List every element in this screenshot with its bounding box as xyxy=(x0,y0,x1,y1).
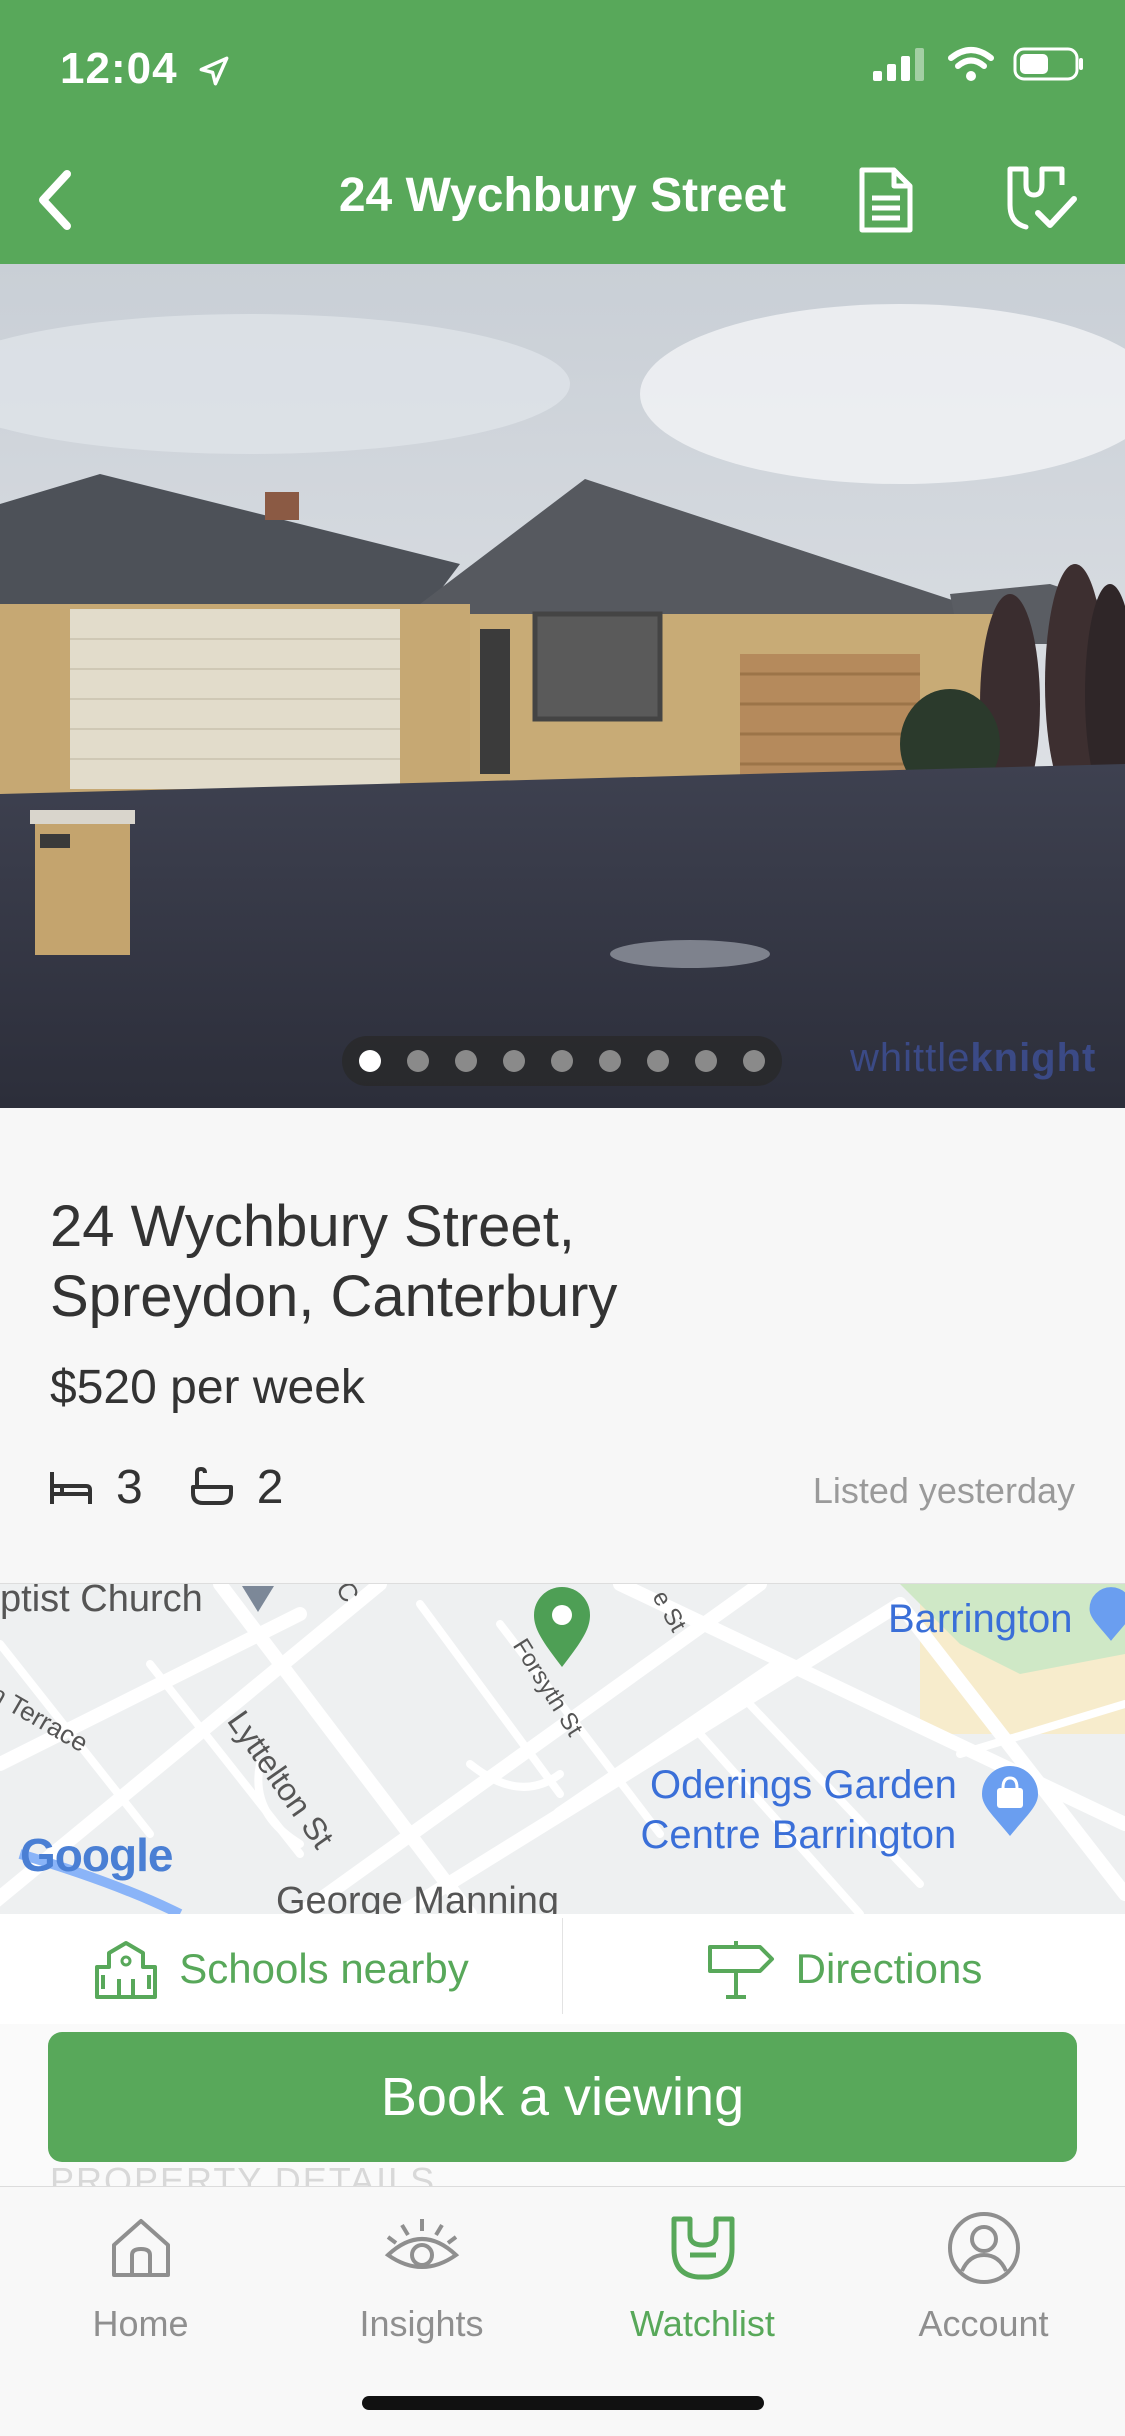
app-header: 12:04 24 Wychbury Street xyxy=(0,0,1125,264)
google-logo: Google xyxy=(20,1829,173,1881)
church-marker-icon xyxy=(242,1586,274,1612)
tab-watchlist[interactable]: Watchlist xyxy=(562,2207,843,2345)
page-title: 24 Wychbury Street xyxy=(338,169,787,222)
gallery-dot[interactable] xyxy=(695,1050,717,1072)
tab-insights-label: Insights xyxy=(359,2303,484,2344)
watermark-light: whittle xyxy=(850,1036,971,1080)
gallery-dot[interactable] xyxy=(455,1050,477,1072)
property-photo[interactable] xyxy=(0,264,1125,1108)
tab-home[interactable]: Home xyxy=(0,2207,281,2345)
tab-account-label: Account xyxy=(918,2303,1049,2344)
listing-price: $520 per week xyxy=(50,1361,365,1414)
document-button[interactable] xyxy=(850,160,922,240)
cellular-signal-icon xyxy=(873,48,924,81)
directions-button[interactable]: Directions xyxy=(563,1914,1125,2024)
address-line-1: 24 Wychbury Street, xyxy=(50,1194,575,1259)
agency-watermark: whittleknight xyxy=(850,1036,1096,1081)
map-label-oderings: Oderings Garden Centre Barrington xyxy=(641,1760,957,1860)
bed-icon xyxy=(50,1471,92,1504)
battery-icon xyxy=(1013,47,1083,81)
location-map[interactable]: ptist Church Lyttelton St Forsyth St n T… xyxy=(0,1584,1125,1914)
directions-label: Directions xyxy=(795,1945,983,1992)
map-label-barrington: Barrington xyxy=(888,1597,1073,1641)
bedrooms-feature: 3 xyxy=(48,1460,143,1515)
book-viewing-button[interactable]: Book a viewing xyxy=(48,2032,1077,2162)
map-label-george: George Manning xyxy=(276,1880,560,1914)
home-indicator[interactable] xyxy=(362,2396,764,2410)
bath-icon xyxy=(190,1466,233,1505)
gallery-dot[interactable] xyxy=(359,1050,381,1072)
listing-features: 3 2 xyxy=(48,1460,329,1515)
status-time-text: 12:04 xyxy=(60,44,178,93)
account-icon xyxy=(947,2212,1020,2284)
bathrooms-count: 2 xyxy=(256,1461,284,1514)
status-time: 12:04 xyxy=(60,44,231,94)
map-actions: Schools nearby Directions xyxy=(0,1914,1125,2024)
schools-nearby-label: Schools nearby xyxy=(179,1945,469,1992)
watchlist-check-icon xyxy=(1007,166,1077,230)
map-label-church: ptist Church xyxy=(0,1584,203,1620)
schools-nearby-button[interactable]: Schools nearby xyxy=(0,1914,562,2024)
gallery-dot[interactable] xyxy=(599,1050,621,1072)
location-arrow-icon xyxy=(199,56,229,86)
tab-watchlist-label: Watchlist xyxy=(630,2303,775,2344)
gallery-dot[interactable] xyxy=(743,1050,765,1072)
shopping-bag-marker-icon[interactable] xyxy=(980,1764,1040,1838)
shopping-bag-marker-icon[interactable] xyxy=(1088,1584,1125,1644)
gallery-dot[interactable] xyxy=(551,1050,573,1072)
gallery-pagination[interactable] xyxy=(342,1036,782,1086)
oderings-line-2: Centre Barrington xyxy=(640,1813,957,1857)
house-image xyxy=(0,264,1125,1108)
watchlist-icon xyxy=(671,2216,734,2280)
listing-address: 24 Wychbury Street, Spreydon, Canterbury xyxy=(50,1192,950,1332)
status-icons xyxy=(873,46,1085,82)
oderings-line-1: Oderings Garden xyxy=(650,1763,957,1807)
watermark-bold: knight xyxy=(970,1036,1097,1080)
bathrooms-feature: 2 xyxy=(189,1460,284,1515)
home-icon xyxy=(111,2219,170,2277)
listing-summary: 24 Wychbury Street, Spreydon, Canterbury… xyxy=(0,1108,1125,1584)
listed-date: Listed yesterday xyxy=(812,1470,1075,1511)
tab-home-label: Home xyxy=(92,2303,189,2344)
wifi-icon xyxy=(948,47,994,81)
tab-account[interactable]: Account xyxy=(843,2207,1124,2345)
gallery-dot[interactable] xyxy=(647,1050,669,1072)
watchlist-toggle-button[interactable] xyxy=(1000,160,1084,240)
gallery-dot[interactable] xyxy=(503,1050,525,1072)
eye-icon xyxy=(384,2219,459,2269)
property-details-heading: PROPERTY DETAILS xyxy=(50,2160,437,2186)
address-line-2: Spreydon, Canterbury xyxy=(50,1264,618,1329)
gallery-dot[interactable] xyxy=(407,1050,429,1072)
signpost-icon xyxy=(707,1941,774,1999)
tab-insights[interactable]: Insights xyxy=(281,2207,562,2345)
bedrooms-count: 3 xyxy=(116,1461,143,1514)
school-icon xyxy=(95,1941,158,1999)
document-icon xyxy=(859,167,913,233)
